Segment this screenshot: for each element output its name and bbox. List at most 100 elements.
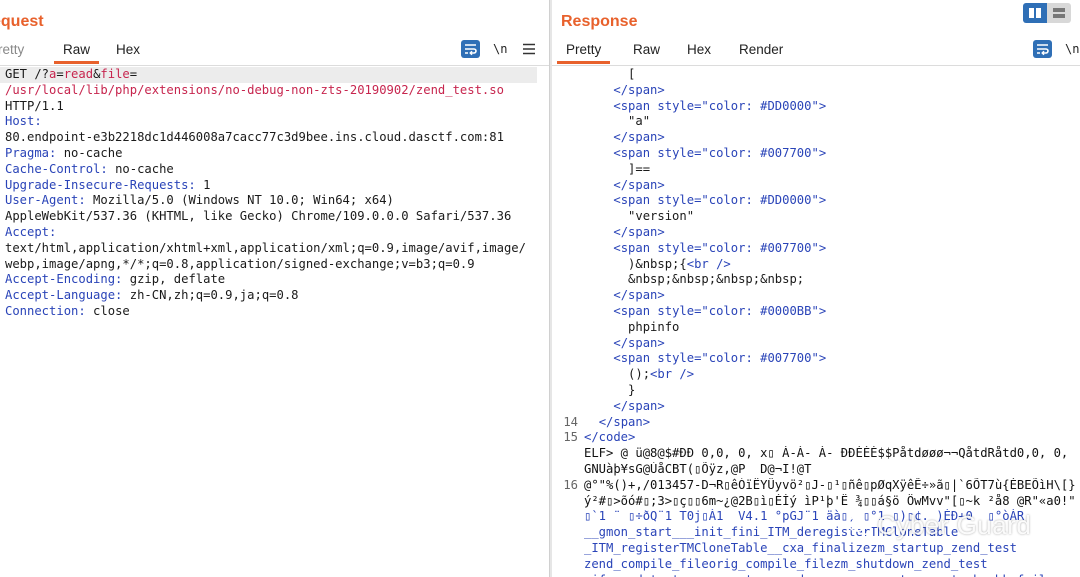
code-token: > xyxy=(818,193,827,208)
code-token: GET /? xyxy=(5,67,50,81)
code-token: style= xyxy=(657,351,702,366)
code-token: <span xyxy=(613,351,658,366)
tab-raw[interactable]: Raw xyxy=(633,40,660,64)
response-line: <span style="color: #0000BB"> xyxy=(552,304,1080,320)
response-line: phpinfo xyxy=(552,320,1080,336)
watermark-text: Cyber Guard xyxy=(877,510,1032,540)
layout-toggle[interactable] xyxy=(1023,3,1071,23)
code-token: > xyxy=(818,98,827,113)
code-token: > xyxy=(818,240,827,255)
code-token: <span xyxy=(613,145,658,160)
tab-raw[interactable]: Raw xyxy=(54,40,100,64)
request-raw-editor[interactable]: GET /?a=read&file=/usr/local/lib/php/ext… xyxy=(0,67,549,320)
code-token: "version" xyxy=(628,209,695,224)
tab-hex[interactable]: Hex xyxy=(687,40,711,64)
request-line: GET /?a=read&file= xyxy=(0,67,537,83)
response-line: </span> xyxy=(552,399,1080,415)
wrap-lines-icon xyxy=(465,44,477,56)
code-token: ý²#▯>õó#▯;3>▯ç▯▯6m~¿@2B▯ì▯ÉÍý ìP¹þ'Ë ¾▯▯… xyxy=(584,493,1076,508)
response-line: 15 </code> xyxy=(552,430,1080,446)
code-token: zif_zend_test_array_returnzend_parse_par… xyxy=(584,573,1046,577)
response-line: </span> xyxy=(552,83,1080,99)
response-line: <span style="color: #DD0000"> xyxy=(552,99,1080,115)
header-key: Accept-Encoding: xyxy=(5,272,123,287)
response-line: ELF> @ ü@8@$#ÐÐ 0,0, 0, x▯ À-À- À- ÐÐÈÈÈ… xyxy=(552,446,1080,462)
code-token: gzip, deflate xyxy=(122,272,226,287)
response-line: </span> xyxy=(552,288,1080,304)
request-pane: equest retty Raw Hex \n GET /?a=read&fil… xyxy=(0,0,549,577)
response-tabs-divider xyxy=(552,65,1080,66)
code-token: </span> xyxy=(613,224,665,239)
code-token: "color: #DD0000" xyxy=(701,98,819,113)
code-token: ELF> @ ü@8@$#ÐÐ 0,0, 0, x▯ À-À- À- ÐÐÈÈÈ… xyxy=(584,446,1069,461)
code-token: "color: #DD0000" xyxy=(701,193,819,208)
request-tabs-divider xyxy=(0,65,549,66)
request-line: AppleWebKit/537.36 (KHTML, like Gecko) C… xyxy=(0,209,549,225)
param-value: /usr/local/lib/php/extensions/no-debug-n… xyxy=(5,82,504,97)
header-key: Pragma: xyxy=(5,145,57,160)
code-token: _ITM_registerTMCloneTable__cxa_finalizez… xyxy=(584,540,1017,555)
line-number: 15 xyxy=(563,430,578,445)
header-key: Accept-Language: xyxy=(5,288,123,303)
code-token: } xyxy=(628,382,636,397)
code-token: )&nbsp;{ xyxy=(628,256,687,271)
show-newlines-button[interactable]: \n xyxy=(1065,40,1079,60)
response-line: </span> xyxy=(552,130,1080,146)
menu-icon[interactable] xyxy=(522,43,536,63)
show-newlines-button[interactable]: \n xyxy=(493,40,507,60)
code-token: ]== xyxy=(628,161,651,176)
response-line: GNUàþ¥sG@ÙåCBT(▯Õÿz,@P D@¬I!@T xyxy=(552,462,1080,478)
request-line: Accept-Encoding: gzip, deflate xyxy=(0,272,549,288)
header-key: User-Agent: xyxy=(5,193,86,208)
split-vertical-button[interactable] xyxy=(1023,3,1047,23)
tab-hex[interactable]: Hex xyxy=(116,40,140,64)
tab-pretty[interactable]: Pretty xyxy=(557,40,611,64)
code-token: <span xyxy=(613,240,658,255)
wrap-lines-icon xyxy=(1037,44,1049,56)
code-token: [ xyxy=(628,67,636,81)
request-line: /usr/local/lib/php/extensions/no-debug-n… xyxy=(0,83,549,99)
response-line: [ xyxy=(552,67,1080,83)
code-token: </span> xyxy=(598,414,651,429)
split-horizontal-button[interactable] xyxy=(1047,3,1071,23)
code-token: style= xyxy=(657,303,702,318)
request-line: Accept: xyxy=(0,225,549,241)
rows-icon xyxy=(1053,8,1065,18)
tab-render[interactable]: Render xyxy=(739,40,783,64)
code-token: zh-CN,zh;q=0.9,ja;q=0.8 xyxy=(122,288,299,303)
tab-pretty[interactable]: retty xyxy=(0,40,24,64)
code-token: <span xyxy=(613,303,658,318)
response-tabs: Pretty Raw Hex Render xyxy=(552,40,1080,64)
code-token: zend_compile_fileorig_compile_filezm_shu… xyxy=(584,556,988,571)
code-token: webp,image/apng,*/*;q=0.8,application/si… xyxy=(5,256,475,271)
header-key: Upgrade-Insecure-Requests: xyxy=(5,177,196,192)
response-line: zend_compile_fileorig_compile_filezm_shu… xyxy=(552,557,1080,573)
response-line: </span> xyxy=(552,225,1080,241)
code-token: text/html,application/xhtml+xml,applicat… xyxy=(5,240,526,255)
code-token: </span> xyxy=(613,82,665,97)
code-token: > xyxy=(818,145,827,160)
code-token: "color: #0000BB" xyxy=(701,303,819,318)
response-pretty-viewer[interactable]: [ </span> <span style="color: #DD0000"> … xyxy=(552,67,1080,577)
code-token: &nbsp;&nbsp;&nbsp;&nbsp; xyxy=(628,272,805,287)
request-line: 80.endpoint-e3b2218dc1d446008a7cacc77c3d… xyxy=(0,130,549,146)
wrap-lines-button[interactable] xyxy=(461,40,480,58)
code-token: </span> xyxy=(613,177,665,192)
code-token: style= xyxy=(657,145,702,160)
request-line: Host: xyxy=(0,114,549,130)
code-token: <br /> xyxy=(686,256,731,271)
wrap-lines-button[interactable] xyxy=(1033,40,1052,58)
response-line: </span> xyxy=(552,336,1080,352)
